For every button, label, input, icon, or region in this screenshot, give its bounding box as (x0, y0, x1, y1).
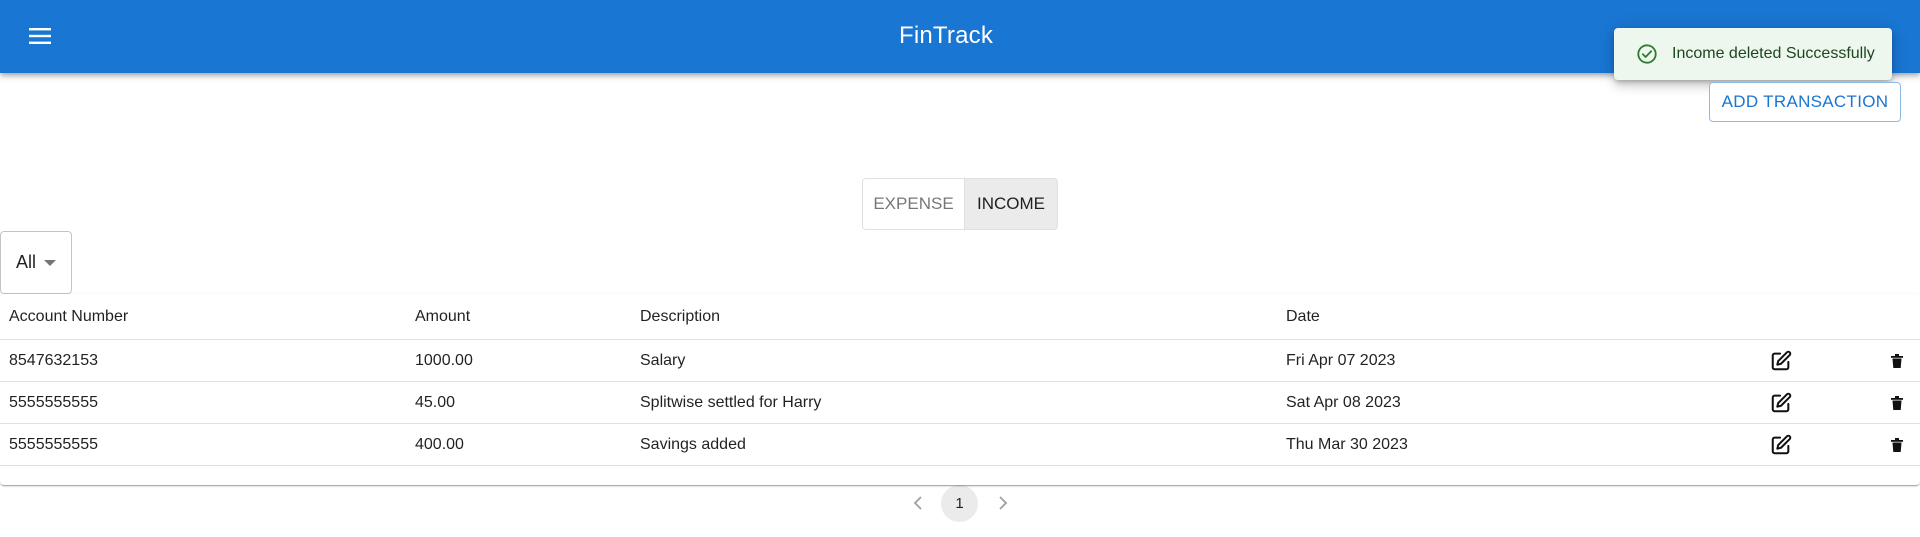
delete-button[interactable] (1891, 382, 1903, 423)
caret-down-icon (44, 259, 57, 266)
cell-account-number: 8547632153 (9, 351, 98, 369)
table-row: 5555555555 45.00 Splitwise settled for H… (0, 382, 1920, 424)
header-account-number: Account Number (9, 307, 129, 325)
cell-amount: 1000.00 (415, 351, 473, 369)
chevron-right-icon (999, 496, 1008, 510)
transaction-type-toggle: EXPENSE INCOME (862, 178, 1058, 230)
toggle-income[interactable]: INCOME (965, 179, 1057, 229)
edit-button[interactable] (1770, 424, 1792, 465)
cell-description: Savings added (640, 435, 746, 453)
trash-icon (1891, 437, 1903, 452)
table-row: 5555555555 400.00 Savings added Thu Mar … (0, 424, 1920, 466)
cell-description: Salary (640, 351, 686, 369)
account-filter-select[interactable]: All (0, 231, 72, 294)
filter-value: All (16, 252, 37, 272)
toggle-expense[interactable]: EXPENSE (863, 179, 965, 229)
pagination: 1 (0, 485, 1920, 522)
previous-page-button[interactable] (904, 489, 932, 517)
edit-square-icon (1771, 434, 1792, 454)
cell-amount: 45.00 (415, 393, 456, 411)
trash-icon (1891, 395, 1903, 410)
cell-account-number: 5555555555 (9, 435, 98, 453)
next-page-button[interactable] (989, 489, 1017, 517)
page-1-button[interactable]: 1 (941, 485, 978, 522)
app-title: FinTrack (898, 22, 994, 49)
edit-button[interactable] (1770, 382, 1792, 423)
cell-account-number: 5555555555 (9, 393, 98, 411)
toast-message: Income deleted Successfully (1672, 45, 1875, 62)
header-description: Description (640, 307, 721, 325)
table-header-row: Account Number Amount Description Date (0, 294, 1920, 340)
header-amount: Amount (415, 307, 471, 325)
cell-amount: 400.00 (415, 435, 464, 453)
chevron-left-icon (913, 496, 922, 510)
header-date: Date (1286, 307, 1320, 325)
add-transaction-button[interactable]: ADD TRANSACTION (1709, 82, 1901, 122)
edit-button[interactable] (1770, 340, 1792, 381)
cell-description: Splitwise settled for Harry (640, 393, 822, 411)
trash-icon (1891, 353, 1903, 368)
table-row: 8547632153 1000.00 Salary Fri Apr 07 202… (0, 340, 1920, 382)
delete-button[interactable] (1891, 424, 1903, 465)
cell-date: Thu Mar 30 2023 (1286, 435, 1408, 453)
delete-button[interactable] (1891, 340, 1903, 381)
cell-date: Fri Apr 07 2023 (1286, 351, 1396, 369)
edit-square-icon (1771, 392, 1792, 412)
check-circle-outline-icon (1637, 44, 1657, 64)
cell-date: Sat Apr 08 2023 (1286, 393, 1401, 411)
edit-square-icon (1771, 350, 1792, 370)
success-toast: Income deleted Successfully (1614, 28, 1892, 80)
income-table: Account Number Amount Description Date 8… (0, 294, 1920, 485)
